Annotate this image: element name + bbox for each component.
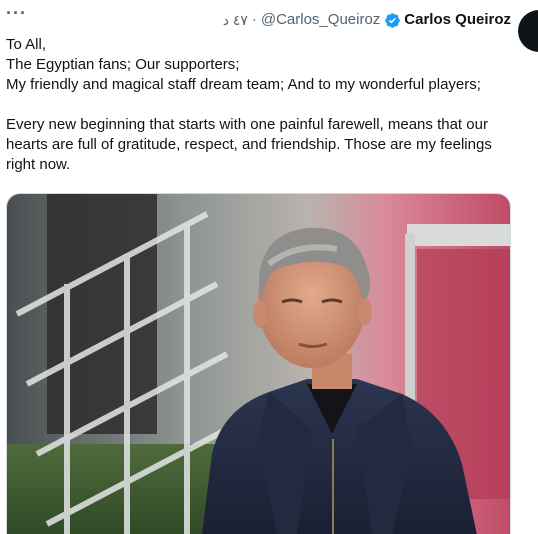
tweet-line: My friendly and magical staff dream team… bbox=[6, 76, 481, 93]
display-name[interactable]: Carlos Queiroz bbox=[404, 11, 511, 29]
tweet-photo[interactable] bbox=[6, 193, 511, 534]
separator-dot: · bbox=[251, 11, 257, 28]
photo-illustration bbox=[7, 194, 510, 534]
tweet-header: ٤٧ د · @Carlos_Queiroz Carlos Queiroz bbox=[223, 11, 511, 29]
tweet-line: Every new beginning that starts with one… bbox=[6, 116, 492, 173]
user-handle[interactable]: @Carlos_Queiroz bbox=[261, 11, 380, 29]
tweet-line: The Egyptian fans; Our supporters; bbox=[6, 56, 240, 73]
verified-badge-icon bbox=[384, 12, 401, 29]
tweet-timestamp[interactable]: ٤٧ د bbox=[223, 11, 248, 29]
avatar[interactable] bbox=[518, 10, 538, 52]
more-options-icon[interactable]: ··· bbox=[6, 4, 27, 22]
tweet-line: To All, bbox=[6, 36, 47, 53]
tweet-text: To All, The Egyptian fans; Our supporter… bbox=[6, 35, 516, 175]
